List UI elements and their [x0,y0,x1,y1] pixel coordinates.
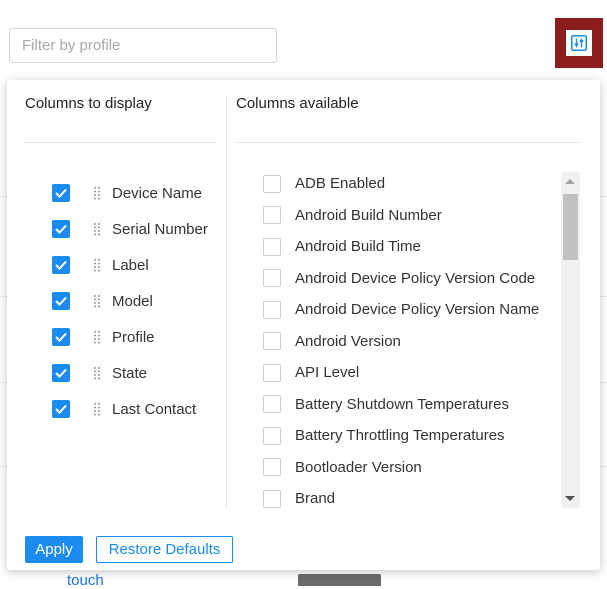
left-header-divider [25,142,216,143]
check-icon [55,224,67,234]
apply-button[interactable]: Apply [25,536,83,563]
check-icon [55,260,67,270]
unchecked-checkbox[interactable] [263,426,281,445]
drag-handle-icon[interactable] [92,402,102,416]
unchecked-checkbox[interactable] [263,458,281,477]
unchecked-checkbox[interactable] [263,363,281,382]
drag-handle-icon[interactable] [92,366,102,380]
filter-by-profile-input[interactable] [9,28,277,63]
available-column-label: Battery Shutdown Temperatures [295,395,510,413]
available-column-item[interactable]: Battery Throttling Temperatures [263,420,539,452]
available-column-item[interactable]: API Level [263,357,539,389]
restore-defaults-button[interactable]: Restore Defaults [96,536,233,563]
right-header-divider [236,142,580,143]
available-column-item[interactable]: Android Build Number [263,200,539,232]
available-column-item[interactable]: Battery Shutdown Temperatures [263,389,539,421]
page-toolbar [0,0,607,78]
checked-checkbox[interactable] [52,328,70,346]
drag-handle-icon[interactable] [92,294,102,308]
unchecked-checkbox[interactable] [263,206,281,225]
selected-column-label: Model [112,292,153,310]
available-column-label: Android Build Number [295,206,442,224]
checked-checkbox[interactable] [52,256,70,274]
selected-column-label: State [112,364,148,382]
checked-checkbox[interactable] [52,184,70,202]
available-column-label: Android Build Time [295,238,421,256]
column-chooser-panel: Columns to display Columns available Dev… [7,80,600,570]
available-column-label: Android Device Policy Version Code [295,269,536,287]
selected-column-item[interactable]: Last Contact [52,391,208,427]
background-link[interactable]: touch [67,572,104,589]
check-icon [55,332,67,342]
available-column-label: Battery Throttling Temperatures [295,427,505,445]
columns-to-display-title: Columns to display [25,95,152,112]
selected-column-item[interactable]: Device Name [52,175,208,211]
available-column-item[interactable]: Bootloader Version [263,452,539,484]
checked-checkbox[interactable] [52,220,70,238]
available-column-label: Brand [295,490,336,508]
selected-column-item[interactable]: Profile [52,319,208,355]
unchecked-checkbox[interactable] [263,395,281,414]
selected-column-label: Last Contact [112,400,197,418]
available-column-item[interactable]: Android Build Time [263,231,539,263]
available-column-label: Android Version [295,332,401,350]
scroll-up-arrow-icon[interactable] [565,179,575,184]
available-column-label: API Level [295,364,360,382]
available-columns-scrollbar[interactable] [561,172,580,508]
sliders-icon [566,30,592,56]
unchecked-checkbox[interactable] [263,237,281,256]
drag-handle-icon[interactable] [92,258,102,272]
checked-checkbox[interactable] [52,364,70,382]
column-settings-button[interactable] [555,18,603,68]
check-icon [55,188,67,198]
drag-handle-icon[interactable] [92,330,102,344]
drag-handle-icon[interactable] [92,222,102,236]
available-column-item[interactable]: Android Device Policy Version Name [263,294,539,326]
column-divider [226,95,227,509]
checked-checkbox[interactable] [52,292,70,310]
check-icon [55,404,67,414]
available-column-item[interactable]: Brand [263,483,539,515]
unchecked-checkbox[interactable] [263,174,281,193]
available-column-label: Bootloader Version [295,458,422,476]
check-icon [55,296,67,306]
available-column-item[interactable]: ADB Enabled [263,168,539,200]
selected-column-label: Label [112,256,149,274]
selected-column-label: Profile [112,328,155,346]
selected-column-item[interactable]: Model [52,283,208,319]
drag-handle-icon[interactable] [92,186,102,200]
available-column-item[interactable]: Android Device Policy Version Code [263,263,539,295]
selected-column-label: Serial Number [112,220,208,238]
selected-column-item[interactable]: State [52,355,208,391]
checked-checkbox[interactable] [52,400,70,418]
check-icon [55,368,67,378]
unchecked-checkbox[interactable] [263,300,281,319]
available-column-label: ADB Enabled [295,175,386,193]
unchecked-checkbox[interactable] [263,489,281,508]
scrollbar-thumb[interactable] [563,194,578,260]
available-column-label: Android Device Policy Version Name [295,301,540,319]
available-columns-list: ADB Enabled Android Build Number Android… [263,168,539,515]
selected-column-item[interactable]: Label [52,247,208,283]
unchecked-checkbox[interactable] [263,269,281,288]
selected-column-label: Device Name [112,184,203,202]
scroll-down-arrow-icon[interactable] [565,496,575,501]
columns-available-title: Columns available [236,95,359,112]
selected-column-item[interactable]: Serial Number [52,211,208,247]
background-button-edge[interactable] [298,574,381,586]
available-column-item[interactable]: Android Version [263,326,539,358]
unchecked-checkbox[interactable] [263,332,281,351]
selected-columns-list: Device Name Serial Number Label Model Pr… [52,175,208,427]
